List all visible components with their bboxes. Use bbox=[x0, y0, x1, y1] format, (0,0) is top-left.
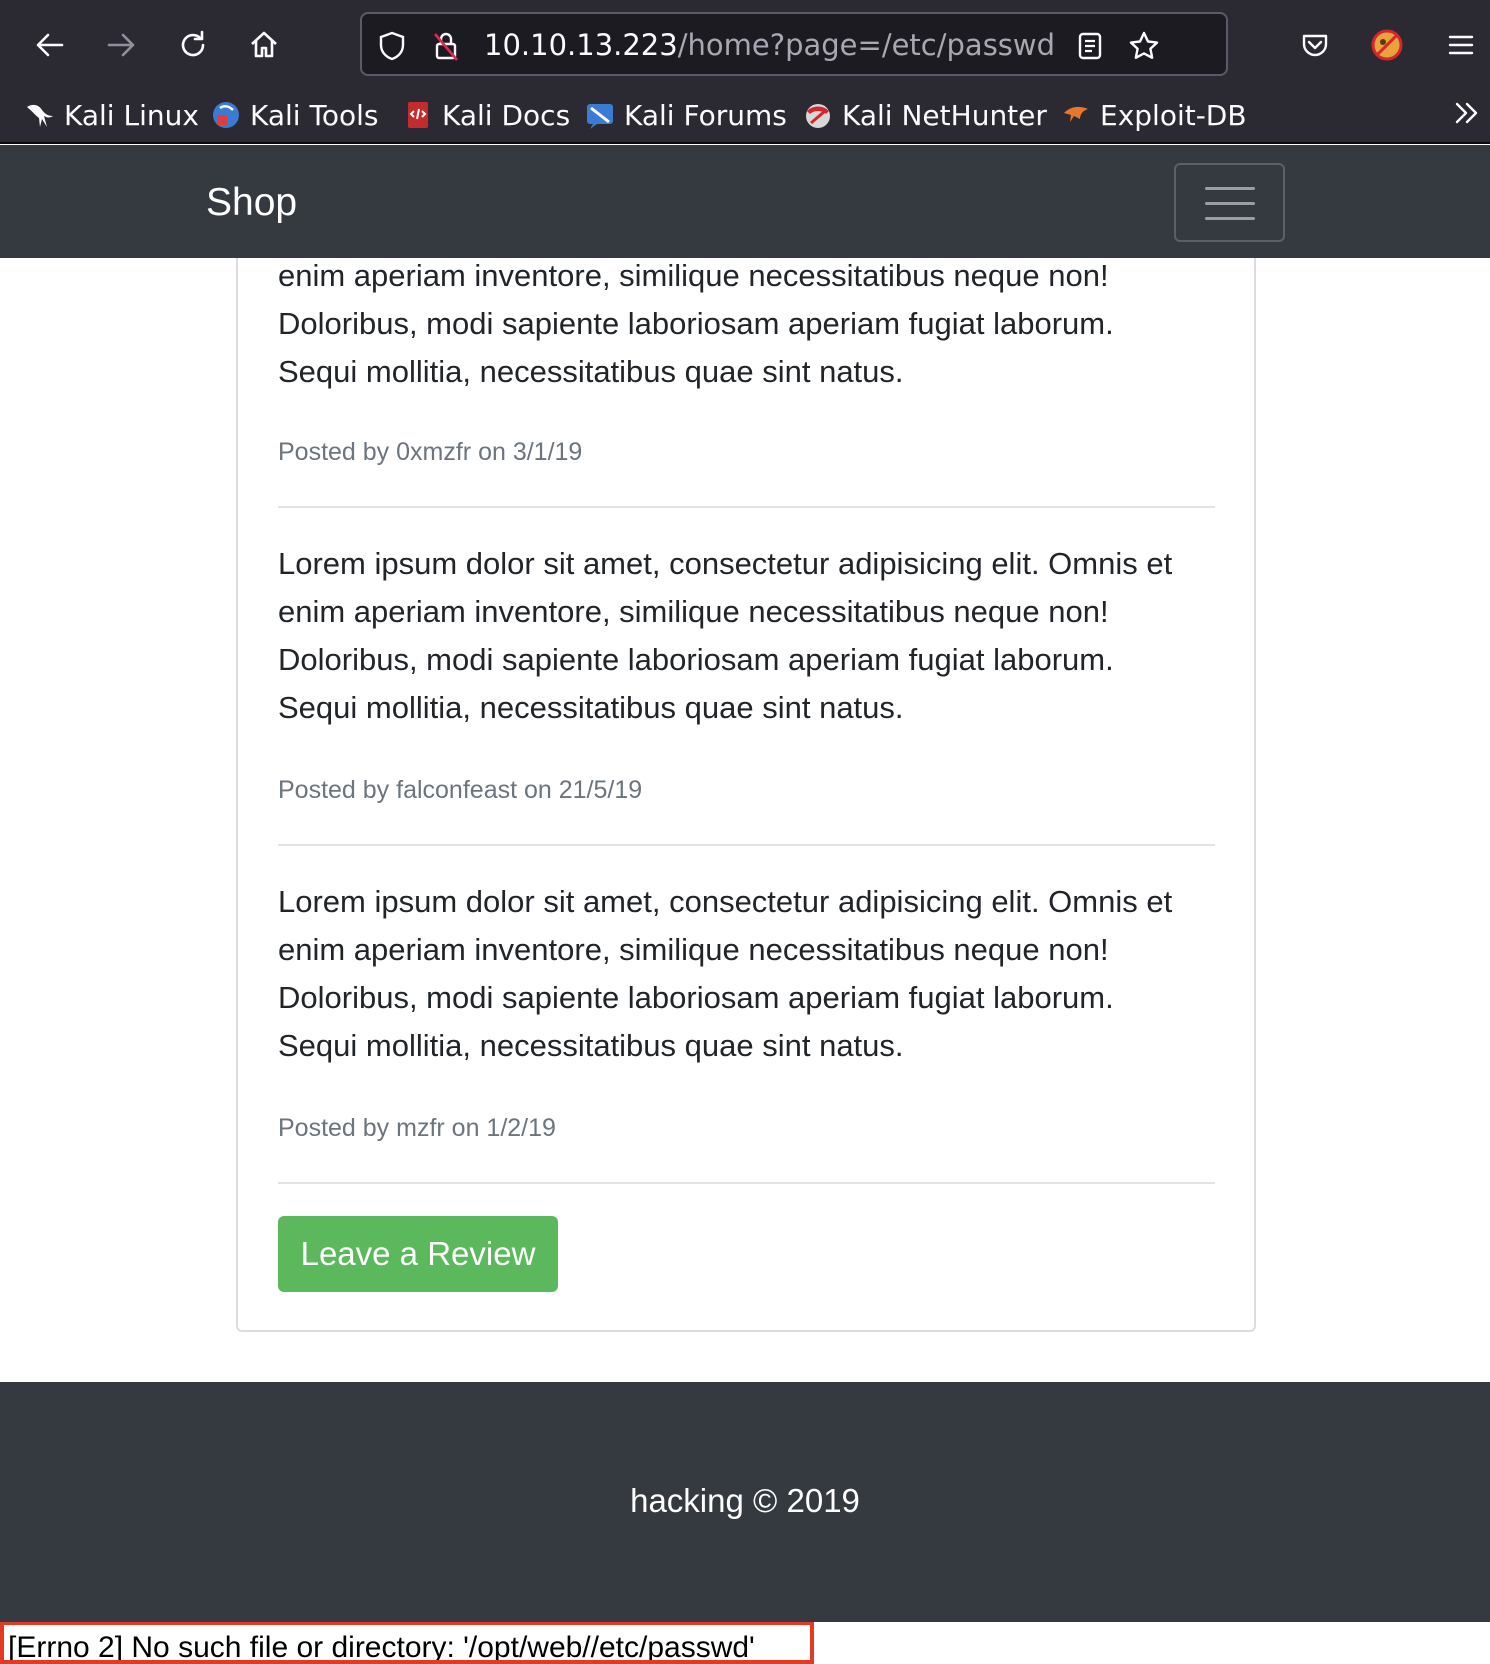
exploit-db-icon bbox=[1060, 99, 1092, 131]
review-posted-by: Posted by falconfeast on 21/5/19 bbox=[278, 776, 643, 804]
review-divider bbox=[278, 1182, 1215, 1184]
extension-icon[interactable] bbox=[1362, 20, 1412, 70]
navbar-toggler-button[interactable] bbox=[1174, 163, 1285, 242]
kali-docs-icon bbox=[402, 99, 434, 131]
hamburger-icon-bar bbox=[1205, 217, 1255, 220]
kali-tools-icon bbox=[210, 99, 242, 131]
site-navbar: Shop bbox=[0, 145, 1490, 258]
home-icon[interactable] bbox=[239, 20, 289, 70]
back-icon[interactable] bbox=[25, 20, 75, 70]
review-line: Sequi mollitia, necessitatibus quae sint… bbox=[278, 1028, 904, 1063]
navbar-brand[interactable]: Shop bbox=[206, 181, 297, 225]
review-posted-by: Posted by 0xmzfr on 3/1/19 bbox=[278, 438, 583, 466]
forward-icon[interactable] bbox=[96, 20, 146, 70]
leave-review-button[interactable]: Leave a Review bbox=[278, 1216, 558, 1292]
bookmark-star-icon[interactable] bbox=[1124, 26, 1164, 66]
bookmark-label: Exploit-DB bbox=[1100, 98, 1247, 132]
kali-dragon-icon bbox=[24, 99, 56, 131]
pocket-icon[interactable] bbox=[1290, 20, 1340, 70]
review-line: Doloribus, modi sapiente laboriosam aper… bbox=[278, 642, 1114, 677]
bookmarks-bar: Kali Linux Kali Tools Kali Docs Kali For… bbox=[0, 86, 1490, 144]
url-path: /home?page=/etc/passwd bbox=[677, 28, 1056, 62]
review-line: enim aperiam inventore, similique necess… bbox=[278, 932, 1109, 967]
review-text: Lorem ipsum dolor sit amet, consectetur … bbox=[278, 540, 1238, 732]
bookmark-label: Kali Forums bbox=[624, 98, 787, 132]
bookmark-exploit-db[interactable]: Exploit-DB bbox=[1060, 96, 1247, 134]
reload-icon[interactable] bbox=[168, 20, 218, 70]
shield-icon[interactable] bbox=[372, 26, 412, 66]
review-line: Sequi mollitia, necessitatibus quae sint… bbox=[278, 690, 904, 725]
hamburger-icon-bar bbox=[1205, 202, 1255, 205]
kali-forums-icon bbox=[584, 99, 616, 131]
review-divider bbox=[278, 506, 1215, 508]
bookmark-kali-docs[interactable]: Kali Docs bbox=[402, 96, 570, 134]
review-line: Lorem ipsum dolor sit amet, consectetur … bbox=[278, 546, 1173, 581]
bookmarks-overflow-icon[interactable] bbox=[1452, 94, 1482, 132]
bookmark-kali-linux[interactable]: Kali Linux bbox=[24, 96, 199, 134]
bookmark-kali-forums[interactable]: Kali Forums bbox=[584, 96, 787, 134]
error-message: [Errno 2] No such file or directory: '/o… bbox=[0, 1622, 814, 1664]
menu-icon[interactable] bbox=[1436, 20, 1486, 70]
review-divider bbox=[278, 844, 1215, 846]
kali-nethunter-icon bbox=[802, 99, 834, 131]
bookmark-kali-tools[interactable]: Kali Tools bbox=[210, 96, 378, 134]
review-text: Lorem ipsum dolor sit amet, consectetur … bbox=[278, 878, 1238, 1070]
bookmark-label: Kali NetHunter bbox=[842, 98, 1047, 132]
bookmark-label: Kali Docs bbox=[442, 98, 571, 132]
review-line: Lorem ipsum dolor sit amet, consectetur … bbox=[278, 884, 1173, 919]
hamburger-icon-bar bbox=[1205, 187, 1255, 190]
url-host: 10.10.13.223 bbox=[484, 28, 678, 62]
site-footer: hacking © 2019 bbox=[0, 1382, 1490, 1622]
review-posted-by: Posted by mzfr on 1/2/19 bbox=[278, 1114, 556, 1142]
review-line: Doloribus, modi sapiente laboriosam aper… bbox=[278, 306, 1114, 341]
review-line: enim aperiam inventore, similique necess… bbox=[278, 594, 1109, 629]
review-line: enim aperiam inventore, similique necess… bbox=[278, 258, 1109, 293]
url-text[interactable]: 10.10.13.223/home?page=/etc/passwd bbox=[484, 28, 1055, 62]
insecure-lock-icon[interactable] bbox=[426, 26, 466, 66]
review-line: Doloribus, modi sapiente laboriosam aper… bbox=[278, 980, 1114, 1015]
url-bar[interactable]: 10.10.13.223/home?page=/etc/passwd bbox=[360, 12, 1228, 76]
reader-view-icon[interactable] bbox=[1070, 26, 1110, 66]
bookmark-label: Kali Linux bbox=[64, 98, 199, 132]
review-line: Sequi mollitia, necessitatibus quae sint… bbox=[278, 354, 904, 389]
browser-toolbar: 10.10.13.223/home?page=/etc/passwd bbox=[0, 0, 1490, 86]
bookmark-label: Kali Tools bbox=[250, 98, 379, 132]
review-text: enim aperiam inventore, similique necess… bbox=[278, 252, 1238, 396]
footer-copyright: hacking © 2019 bbox=[630, 1482, 860, 1519]
bookmark-kali-nethunter[interactable]: Kali NetHunter bbox=[802, 96, 1047, 134]
